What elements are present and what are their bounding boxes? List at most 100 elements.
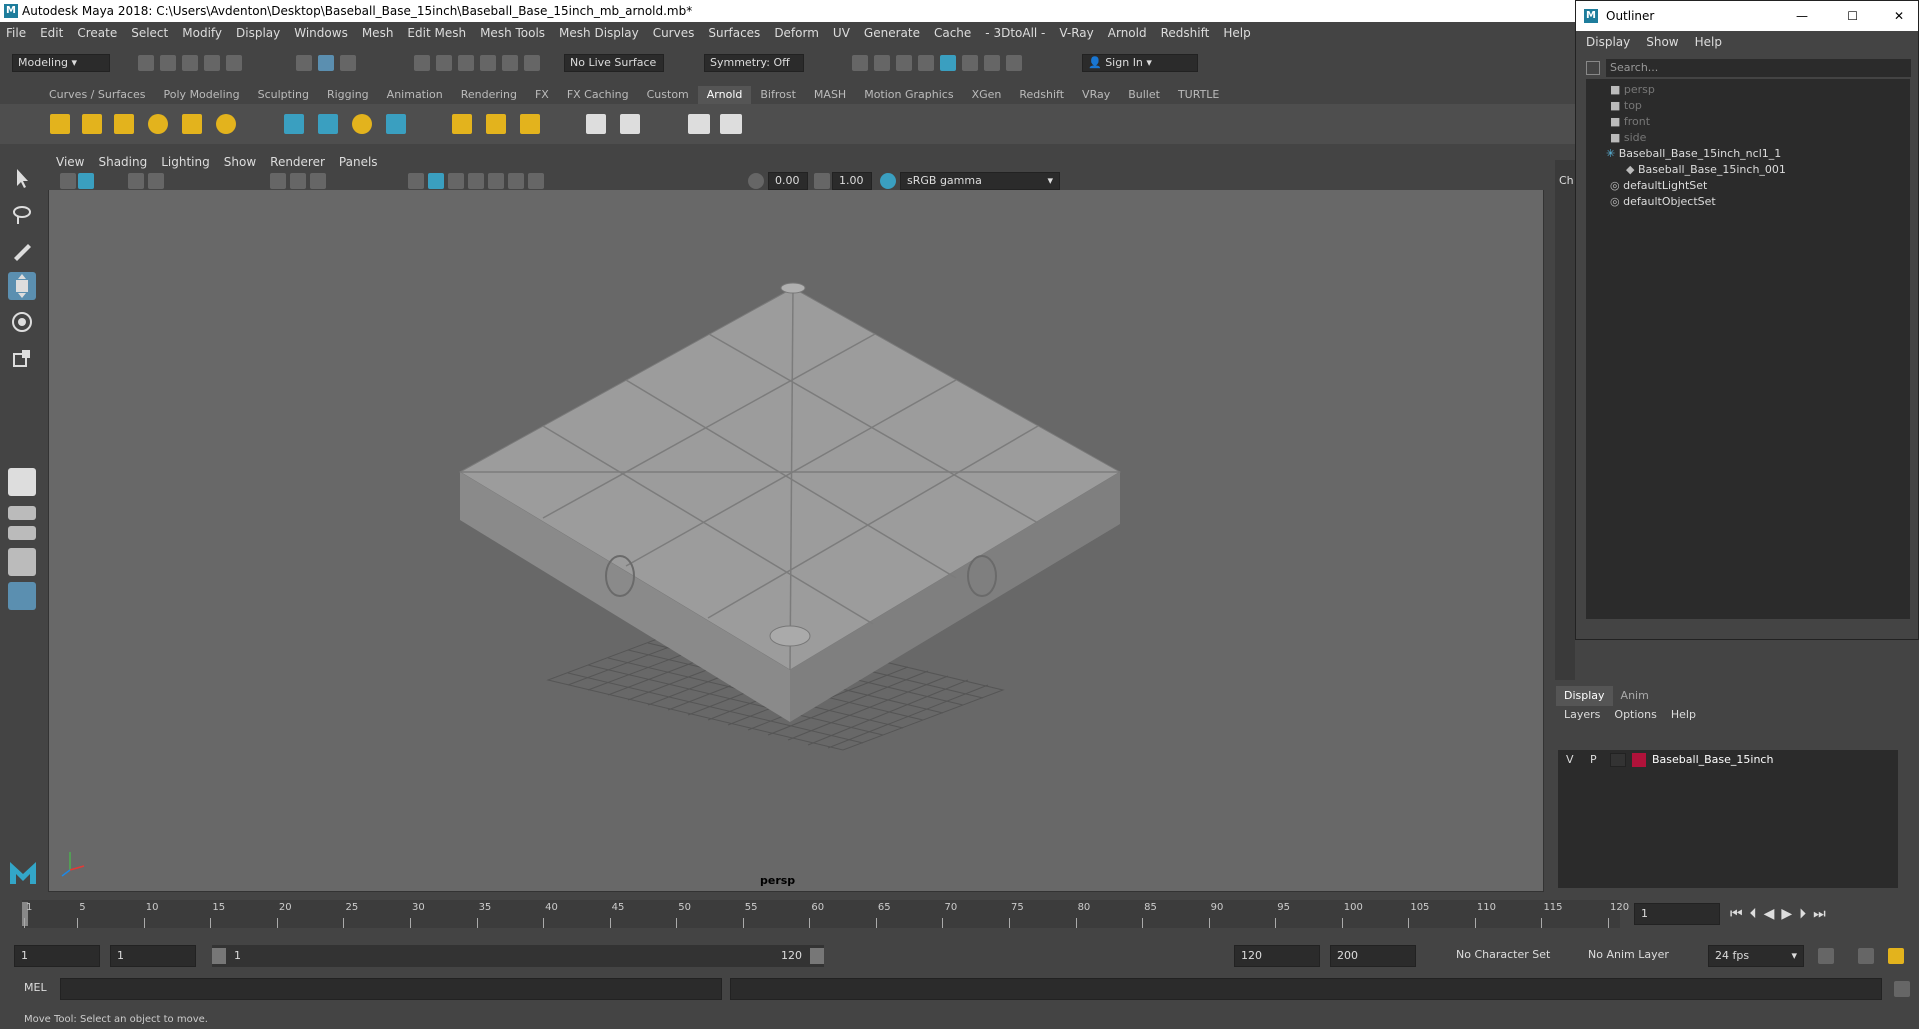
play-icon[interactable]: ▶ [1781,906,1799,922]
viewport-menu-show[interactable]: Show [224,155,256,169]
shelf-tab-fx[interactable]: FX [526,86,558,104]
outliner-menu-help[interactable]: Help [1695,35,1722,49]
shelf-tab-bullet[interactable]: Bullet [1119,86,1169,104]
image-plane-icon[interactable] [148,173,164,189]
arnold-light-manager-icon[interactable] [586,114,606,134]
single-perspective-layout-icon[interactable] [8,468,36,496]
sign-in-button[interactable]: 👤 Sign In ▾ [1082,54,1198,72]
menu-3dtoall[interactable]: - 3DtoAll - [985,26,1045,40]
character-set-dropdown[interactable]: No Character Set [1450,945,1560,967]
shelf-tab-bifrost[interactable]: Bifrost [751,86,805,104]
viewport-menu-panels[interactable]: Panels [339,155,378,169]
next-key-icon[interactable]: ⏵ [1799,906,1813,922]
shelf-tab-xgen[interactable]: XGen [963,86,1011,104]
gamma-icon[interactable] [814,173,830,189]
playback-end-field[interactable]: 120 [1234,945,1320,967]
select-component-icon[interactable] [340,55,356,71]
shelf-tab-turtle[interactable]: TURTLE [1169,86,1228,104]
arnold-render-view-icon[interactable] [688,114,710,134]
view-transform-dropdown[interactable]: sRGB gamma ▾ [900,172,1060,190]
menu-generate[interactable]: Generate [864,26,920,40]
area-light-icon[interactable] [50,114,70,134]
command-input[interactable] [60,978,722,1000]
go-to-start-icon[interactable]: ⏮ [1730,906,1750,922]
live-surface-field[interactable]: No Live Surface [564,54,664,72]
select-hierarchy-icon[interactable] [296,55,312,71]
shelf-tab-fx-caching[interactable]: FX Caching [558,86,638,104]
shelf-tab-motion-graphics[interactable]: Motion Graphics [855,86,962,104]
arnold-render-icon[interactable] [720,114,742,134]
gamma-field[interactable]: 1.00 [832,172,872,190]
layer-tab-display[interactable]: Display [1556,686,1613,706]
flush-background-icon[interactable] [486,114,506,134]
open-scene-icon[interactable] [160,55,176,71]
menu-edit-mesh[interactable]: Edit Mesh [407,26,466,40]
menu-mesh-display[interactable]: Mesh Display [559,26,639,40]
physical-sky-icon[interactable] [216,114,236,134]
shelf-tab-arnold[interactable]: Arnold [697,86,752,104]
menu-display[interactable]: Display [236,26,280,40]
baseball-base-mesh[interactable] [458,282,1121,722]
menu-set-dropdown[interactable]: Modeling ▾ [12,54,110,72]
viewport-menu-lighting[interactable]: Lighting [161,155,210,169]
playback-start-field[interactable]: 1 [110,945,196,967]
resolution-gate-icon[interactable] [310,173,326,189]
render-current-frame-icon[interactable] [874,55,890,71]
shadows-icon[interactable] [528,173,544,189]
layer-tab-anim[interactable]: Anim [1613,686,1657,706]
shelf-tab-mash[interactable]: MASH [805,86,855,104]
camera-attributes-icon[interactable] [60,173,76,189]
animation-preferences-icon[interactable] [1888,948,1904,964]
ipr-render-icon[interactable] [896,55,912,71]
step-back-icon[interactable]: ⏴ [1750,906,1764,922]
volume-icon[interactable] [386,114,406,134]
time-slider[interactable]: 1 5 10 15 20 25 30 35 40 45 50 55 60 65 70 75 80 85 90 95 10… [0,900,1919,930]
redo-icon[interactable] [226,55,242,71]
anim-layer-dropdown[interactable]: No Anim Layer [1582,945,1682,967]
prev-key-icon[interactable]: ◀ [1764,906,1782,922]
snap-point-icon[interactable] [458,55,474,71]
render-setup-icon[interactable] [962,55,978,71]
layer-display-type[interactable] [1610,753,1626,767]
menu-arnold[interactable]: Arnold [1108,26,1147,40]
wireframe-on-shaded-icon[interactable] [468,173,484,189]
pause-viewport-icon[interactable] [1006,55,1022,71]
close-icon[interactable]: ✕ [1894,1,1904,31]
rotate-tool-icon[interactable] [8,308,36,336]
end-time-field[interactable]: 200 [1330,945,1416,967]
filter-icon[interactable] [1586,61,1600,75]
scale-tool-icon[interactable] [8,344,36,372]
standin-icon[interactable] [284,114,304,134]
menu-mesh[interactable]: Mesh [362,26,394,40]
default-material-icon[interactable] [448,173,464,189]
menu-modify[interactable]: Modify [182,26,222,40]
curve-collector-icon[interactable] [352,114,372,134]
shelf-tab-rigging[interactable]: Rigging [318,86,378,104]
textured-icon[interactable] [488,173,504,189]
layer-playback-toggle[interactable]: P [1590,750,1597,770]
render-settings-icon[interactable] [918,55,934,71]
render-view-icon[interactable] [852,55,868,71]
shelf-tab-poly-modeling[interactable]: Poly Modeling [155,86,249,104]
save-scene-icon[interactable] [182,55,198,71]
snap-grid-icon[interactable] [414,55,430,71]
grid-toggle-icon[interactable] [270,173,286,189]
skydome-light-icon[interactable] [148,114,168,134]
new-scene-icon[interactable] [138,55,154,71]
snap-surface-icon[interactable] [502,55,518,71]
auto-key-icon[interactable] [1858,948,1874,964]
start-time-field[interactable]: 1 [14,945,100,967]
viewport-menu-shading[interactable]: Shading [98,155,147,169]
photometric-light-icon[interactable] [114,114,134,134]
menu-surfaces[interactable]: Surfaces [708,26,760,40]
lock-camera-icon[interactable] [78,173,94,189]
menu-curves[interactable]: Curves [653,26,695,40]
exposure-icon[interactable] [748,173,764,189]
symmetry-dropdown[interactable]: Symmetry: Off [704,54,804,72]
menu-file[interactable]: File [6,26,26,40]
layer-row[interactable]: V P Baseball_Base_15inch [1558,750,1898,770]
shelf-tab-sculpting[interactable]: Sculpting [249,86,318,104]
bookmarks-icon[interactable] [128,173,144,189]
time-slider-track[interactable]: 1 5 10 15 20 25 30 35 40 45 50 55 60 65 70 75 80 85 90 95 10… [22,900,1629,928]
channel-box-tab[interactable]: Ch [1559,174,1574,187]
